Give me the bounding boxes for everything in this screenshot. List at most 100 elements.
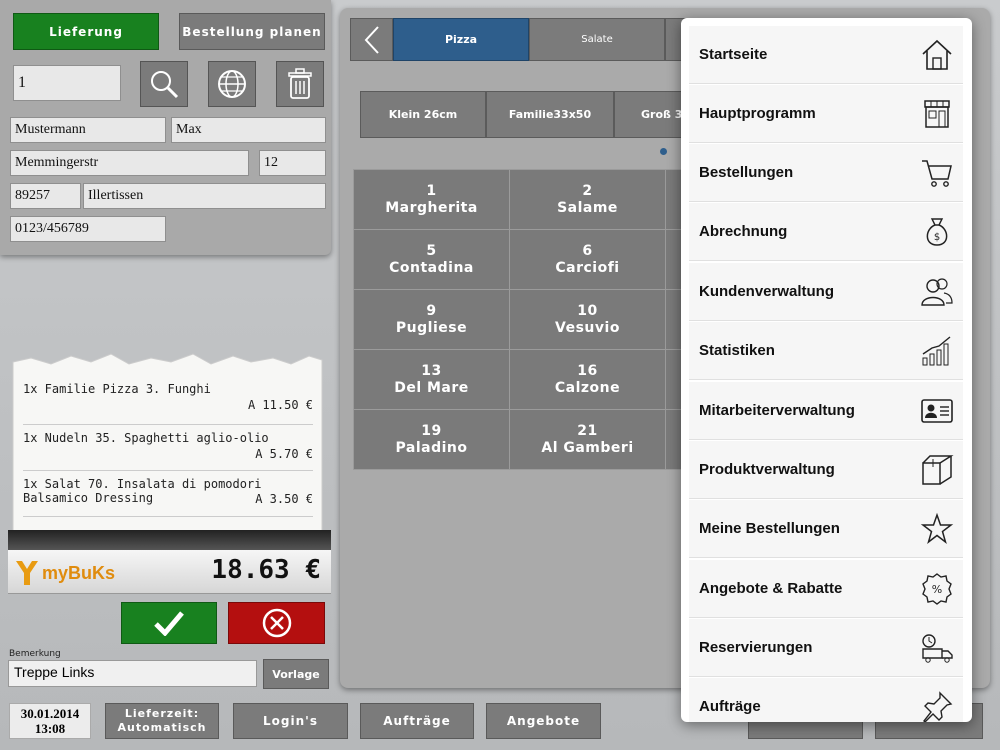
zip-field[interactable]: 89257 (10, 183, 81, 209)
logo-text: myBuKs (42, 562, 116, 583)
tab-pizza[interactable]: Pizza (393, 18, 529, 61)
globe-button[interactable] (208, 61, 256, 107)
total-amount: 18.63 € (211, 555, 321, 585)
product-button[interactable]: 21 Al Gamberi (509, 409, 666, 470)
first-name-field[interactable]: Max (171, 117, 326, 143)
product-number: 16 (577, 362, 598, 379)
receipt-item-text: 1x Familie Pizza 3. Funghi (23, 382, 211, 396)
product-button[interactable]: 16 Calzone (509, 349, 666, 410)
menu-item-label: Startseite (699, 46, 768, 63)
search-button[interactable] (140, 61, 188, 107)
phone-field[interactable]: 0123/456789 (10, 216, 166, 242)
menu-item-startseite[interactable]: Startseite (689, 26, 963, 84)
product-grid: 1 Margherita 2 Salame 5 Contadina 6 Carc… (353, 169, 685, 471)
home-icon (920, 38, 954, 72)
menu-item-auftraege[interactable]: Aufträge (689, 678, 963, 722)
receipt-item[interactable]: 1x Salat 70. Insalata di pomodori Balsam… (23, 471, 313, 517)
menu-item-mitarbeiterverwaltung[interactable]: Mitarbeiterverwaltung (689, 382, 963, 440)
menu-item-label: Aufträge (699, 698, 761, 715)
delivery-time-button[interactable]: Lieferzeit: Automatisch (105, 703, 219, 739)
product-button[interactable]: 9 Pugliese (353, 289, 510, 350)
date-text: 30.01.2014 (20, 706, 80, 721)
menu-item-label: Reservierungen (699, 639, 813, 656)
cancel-button[interactable] (228, 602, 325, 644)
pin-icon (920, 690, 954, 722)
size-klein[interactable]: Klein 26cm (360, 91, 486, 138)
product-button[interactable]: 1 Margherita (353, 169, 510, 230)
product-number: 9 (426, 302, 437, 319)
product-number: 5 (426, 242, 437, 259)
product-number: 10 (577, 302, 598, 319)
product-button[interactable]: 6 Carciofi (509, 229, 666, 290)
datetime-display: 30.01.2014 13:08 (9, 703, 91, 739)
menu-item-angebote-rabatte[interactable]: Angebote & Rabatte % (689, 560, 963, 618)
product-name: Paladino (395, 439, 468, 456)
logins-button[interactable]: Login's (233, 703, 348, 739)
menu-item-produktverwaltung[interactable]: Produktverwaltung (689, 441, 963, 499)
city-field[interactable]: Illertissen (83, 183, 326, 209)
product-name: Calzone (554, 379, 621, 396)
menu-item-kundenverwaltung[interactable]: Kundenverwaltung (689, 263, 963, 321)
product-name: Pugliese (395, 319, 468, 336)
receipt-item[interactable]: 1x Familie Pizza 3. Funghi A 11.50 € (23, 378, 313, 425)
printer-slot (8, 530, 331, 550)
svg-text:$: $ (934, 232, 940, 243)
product-number: 21 (577, 422, 598, 439)
page-indicator-dot (660, 148, 667, 155)
product-name: Vesuvio (555, 319, 620, 336)
discount-icon: % (920, 572, 954, 606)
confirm-button[interactable] (121, 602, 217, 644)
receipt-item[interactable]: 1x Nudeln 35. Spaghetti aglio-olio A 5.7… (23, 425, 313, 471)
customer-number-input[interactable]: 1 (13, 65, 121, 101)
delivery-button[interactable]: Lieferung (13, 13, 159, 50)
menu-item-reservierungen[interactable]: Reservierungen (689, 619, 963, 677)
box-icon (920, 453, 954, 487)
trash-icon (288, 68, 312, 99)
product-button[interactable]: 19 Paladino (353, 409, 510, 470)
street-field[interactable]: Memmingerstr (10, 150, 249, 176)
search-icon (151, 71, 179, 99)
plan-order-button[interactable]: Bestellung planen (179, 13, 325, 50)
product-button[interactable]: 10 Vesuvio (509, 289, 666, 350)
house-number-field[interactable]: 12 (259, 150, 326, 176)
customer-panel: Lieferung Bestellung planen 1 Mustermann… (0, 0, 331, 255)
chart-icon (920, 334, 954, 368)
menu-item-label: Produktverwaltung (699, 461, 835, 478)
delete-button[interactable] (276, 61, 324, 107)
product-name: Salame (557, 199, 618, 216)
orders-button[interactable]: Aufträge (360, 703, 474, 739)
menu-item-meine-bestellungen[interactable]: Meine Bestellungen (689, 500, 963, 558)
remark-input[interactable]: Treppe Links (8, 660, 257, 687)
receipt-item-price: A 3.50 € (255, 492, 313, 506)
remark-label: Bemerkung (9, 649, 61, 659)
menu-item-label: Statistiken (699, 342, 775, 359)
main-menu: Startseite Hauptprogramm Bestellungen Ab… (681, 18, 972, 722)
product-button[interactable]: 13 Del Mare (353, 349, 510, 410)
delivery-time-value: Automatisch (117, 721, 207, 734)
product-button[interactable]: 2 Salame (509, 169, 666, 230)
product-name: Carciofi (555, 259, 620, 276)
users-icon (920, 275, 954, 309)
back-button[interactable] (350, 18, 393, 61)
receipt-item-text: 1x Nudeln 35. Spaghetti aglio-olio (23, 431, 269, 445)
menu-item-label: Mitarbeiterverwaltung (699, 402, 855, 419)
menu-item-hauptprogramm[interactable]: Hauptprogramm (689, 85, 963, 143)
menu-item-abrechnung[interactable]: Abrechnung $ (689, 203, 963, 261)
menu-item-statistiken[interactable]: Statistiken (689, 322, 963, 380)
product-number: 6 (582, 242, 593, 259)
tab-salate[interactable]: Salate (529, 18, 665, 61)
id-card-icon (920, 394, 954, 428)
template-button[interactable]: Vorlage (263, 659, 329, 689)
delivery-truck-icon (920, 631, 954, 665)
product-number: 2 (582, 182, 593, 199)
product-button[interactable]: 5 Contadina (353, 229, 510, 290)
product-number: 1 (426, 182, 437, 199)
menu-item-bestellungen[interactable]: Bestellungen (689, 144, 963, 202)
cart-icon (920, 156, 954, 190)
svg-text:%: % (932, 583, 942, 596)
last-name-field[interactable]: Mustermann (10, 117, 166, 143)
offers-button[interactable]: Angebote (486, 703, 601, 739)
close-circle-icon (262, 608, 291, 638)
menu-item-label: Bestellungen (699, 164, 794, 181)
size-familie[interactable]: Familie33x50 (486, 91, 614, 138)
